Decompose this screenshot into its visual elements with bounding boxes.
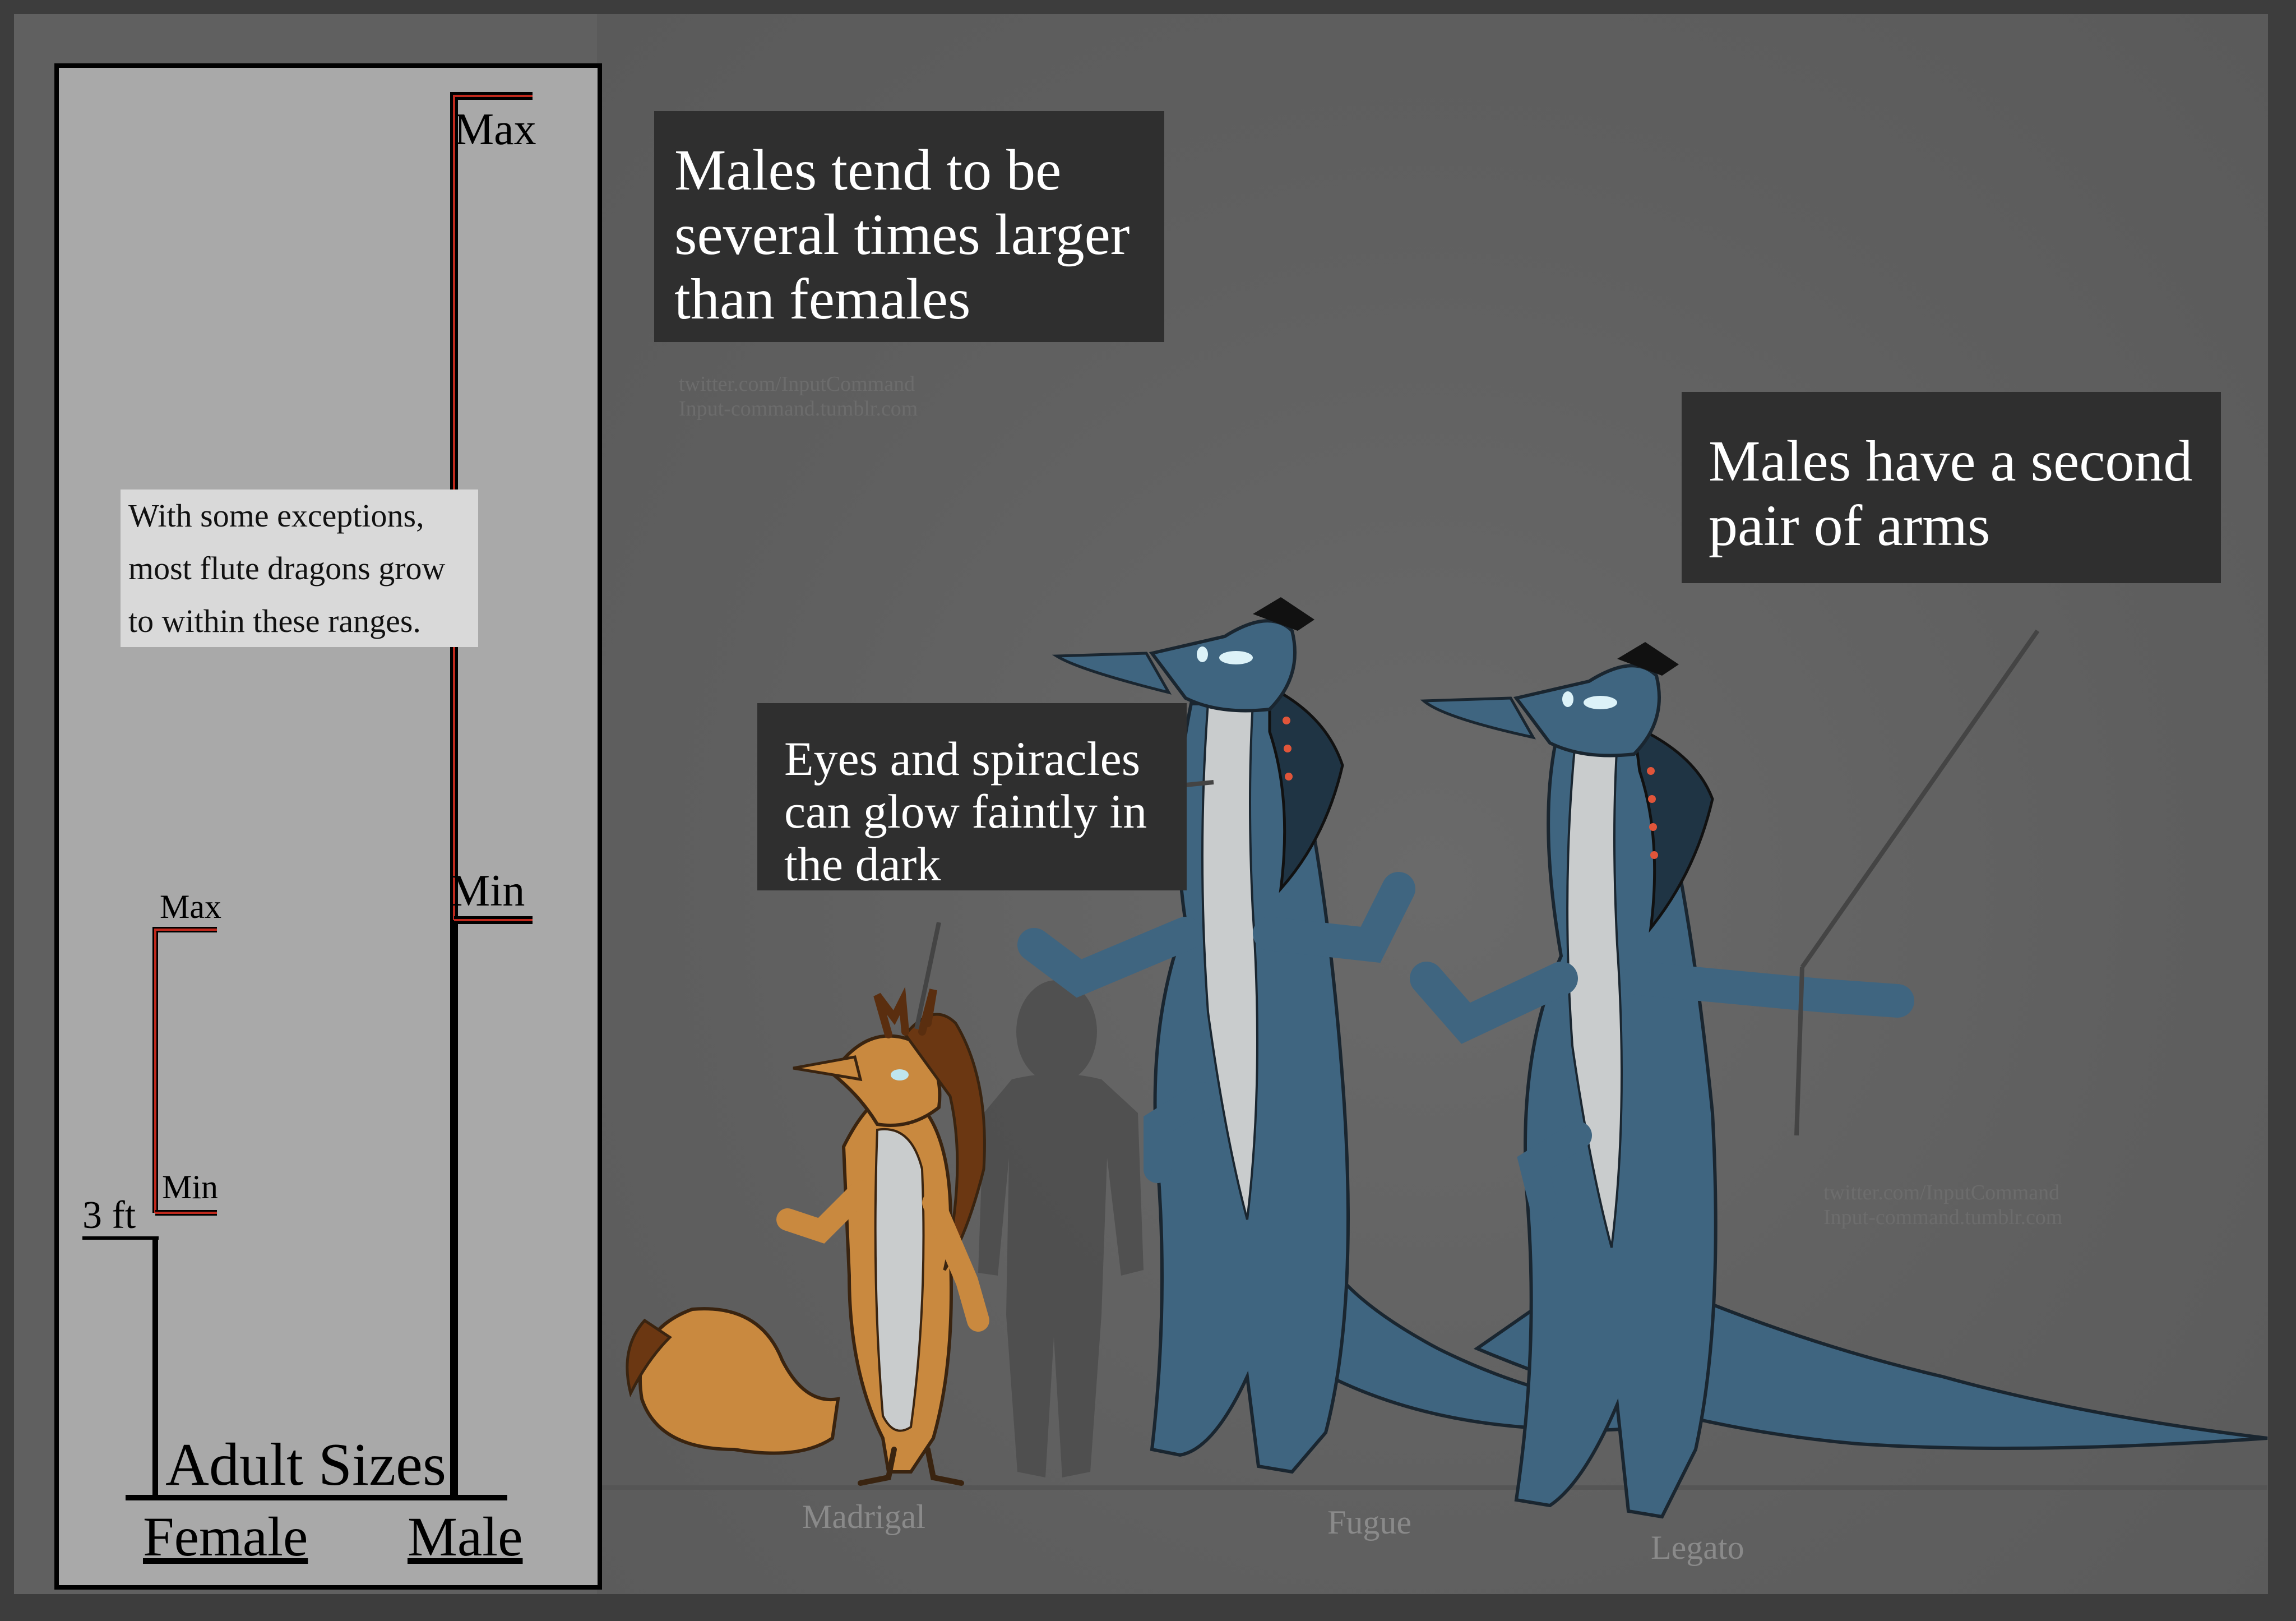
fugue-name: Fugue xyxy=(1327,1504,1411,1541)
watermark-top: twitter.com/InputCommand Input-command.t… xyxy=(679,372,918,421)
madrigal-dragon xyxy=(626,986,989,1486)
female-min-label: Min xyxy=(162,1169,219,1206)
watermark-line: twitter.com/InputCommand xyxy=(679,372,915,396)
callout-line: Eyes and spiracles xyxy=(784,732,1141,786)
callout-line: than females xyxy=(674,267,971,331)
three-ft-label: 3 ft xyxy=(82,1194,136,1237)
female-max-label: Max xyxy=(160,888,221,925)
human-silhouette xyxy=(978,980,1144,1477)
callout-line: Males have a second xyxy=(1709,429,2193,493)
callout-line: can glow faintly in xyxy=(784,784,1147,838)
arms-callout: Males have a second pair of arms xyxy=(1682,392,2221,583)
watermark-line: Input-command.tumblr.com xyxy=(679,397,918,421)
callout-line: several times larger xyxy=(674,202,1130,267)
watermark-line: Input-command.tumblr.com xyxy=(1823,1206,2063,1229)
arms-pointer xyxy=(1800,629,2040,969)
size-range-note: With some exceptions, most flute dragons… xyxy=(121,489,478,647)
illustration-frame: Max Min Max Min 3 ft Adult Sizes Female … xyxy=(14,14,2268,1594)
note-line: to within these ranges. xyxy=(128,603,421,639)
female-category-label: Female xyxy=(143,1505,308,1568)
size-callout: Males tend to be several times larger th… xyxy=(654,111,1164,342)
chart-title: Adult Sizes xyxy=(165,1431,446,1498)
adult-sizes-chart: Max Min Max Min 3 ft Adult Sizes Female … xyxy=(54,63,602,1590)
legato-name: Legato xyxy=(1651,1529,1744,1566)
glow-callout: Eyes and spiracles can glow faintly in t… xyxy=(757,703,1187,890)
legato-dragon xyxy=(1410,642,2268,1519)
watermark-line: twitter.com/InputCommand xyxy=(1823,1181,2060,1204)
male-category-label: Male xyxy=(408,1505,523,1568)
size-range-diagram xyxy=(82,92,533,1500)
watermark-right: twitter.com/InputCommand Input-command.t… xyxy=(1823,1180,2062,1230)
callout-line: the dark xyxy=(784,837,941,891)
male-min-label: Min xyxy=(450,866,525,916)
male-max-label: Max xyxy=(454,105,536,154)
madrigal-name: Madrigal xyxy=(802,1498,925,1535)
note-line: most flute dragons grow xyxy=(128,550,446,586)
note-line: With some exceptions, xyxy=(128,497,424,534)
callout-line: Males tend to be xyxy=(674,138,1062,202)
callout-line: pair of arms xyxy=(1709,493,1991,558)
